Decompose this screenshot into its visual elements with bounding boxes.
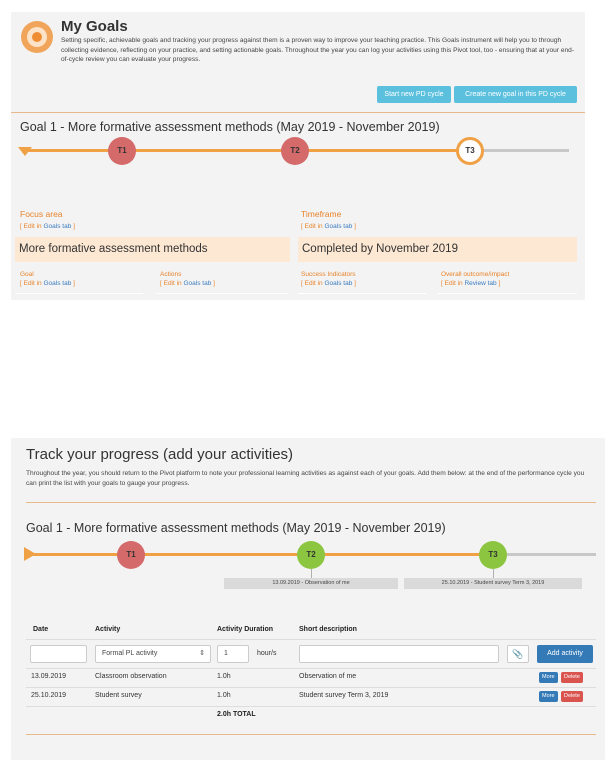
total-duration: 2.0h TOTAL (217, 711, 256, 718)
success-edit-link[interactable]: Goals tab (324, 280, 352, 287)
paperclip-icon[interactable]: 📎 (507, 645, 529, 663)
goal-section: Goal[ Edit in Goals tab ] (20, 271, 75, 287)
success-indicators-section: Success Indicators[ Edit in Goals tab ] (301, 271, 356, 287)
divider (26, 706, 596, 707)
goal-heading: Goal 1 - More formative assessment metho… (20, 120, 440, 134)
col-header-date: Date (33, 626, 49, 633)
actions-section: Actions[ Edit in Goals tab ] (160, 271, 215, 287)
actions-edit-link[interactable]: Goals tab (183, 280, 211, 287)
more-button[interactable]: More (539, 691, 558, 702)
timeline-start-marker-icon (24, 547, 36, 561)
duration-input[interactable]: 1 (217, 645, 249, 663)
select-arrows-icon: ⇕ (199, 650, 205, 657)
date-input[interactable] (30, 645, 87, 663)
timeline-progress-line (23, 149, 465, 152)
col-header-duration: Activity Duration (217, 626, 274, 633)
timeline-t1[interactable]: T1 (117, 541, 145, 569)
timeframe-label: Timeframe (301, 209, 342, 219)
my-goals-panel: My Goals Setting specific, achievable go… (11, 12, 585, 300)
timeframe-value: Completed by November 2019 (298, 237, 577, 262)
track-title: Track your progress (add your activities… (26, 446, 294, 463)
start-pd-cycle-button[interactable]: Start new PD cycle (377, 86, 451, 103)
track-intro-text: Throughout the year, you should return t… (26, 470, 585, 487)
timeframe-edit-link[interactable]: Goals tab (324, 223, 352, 230)
outcome-section: Overall outcome/impact[ Edit in Review t… (441, 271, 510, 287)
create-goal-button[interactable]: Create new goal in this PD cycle (454, 86, 577, 103)
track-progress-panel: Track your progress (add your activities… (11, 438, 605, 760)
focus-area-value: More formative assessment methods (15, 237, 290, 262)
page-title: My Goals (61, 18, 128, 35)
delete-button[interactable]: Delete (561, 672, 583, 683)
goals-intro-text: Setting specific, achievable goals and t… (61, 37, 575, 63)
col-header-activity: Activity (95, 626, 121, 633)
timeline-t3[interactable]: T3 (456, 137, 484, 165)
divider (26, 502, 596, 503)
goal-edit-link[interactable]: Goals tab (43, 280, 71, 287)
row-date: 25.10.2019 (31, 692, 67, 699)
outcome-edit-link[interactable]: Review tab (464, 280, 496, 287)
target-icon (21, 21, 53, 53)
more-button[interactable]: More (539, 672, 558, 683)
focus-area-edit: [ Edit in Goals tab ] (20, 223, 75, 230)
activity-select[interactable]: Formal PL activity ⇕ (95, 645, 211, 663)
divider (438, 293, 577, 294)
divider (156, 293, 288, 294)
duration-unit: hour/s (257, 650, 277, 657)
divider (15, 293, 143, 294)
timeline-progress-line (33, 553, 501, 556)
divider (26, 687, 596, 688)
t2-note: 13.09.2019 - Observation of me (224, 578, 398, 589)
row-description: Student survey Term 3, 2019 (299, 692, 389, 699)
row-duration: 1.0h (217, 673, 231, 680)
add-activity-button[interactable]: Add activity (537, 645, 593, 663)
timeframe-edit: [ Edit in Goals tab ] (301, 223, 356, 230)
row-duration: 1.0h (217, 692, 231, 699)
row-activity: Student survey (95, 692, 142, 699)
goal-heading: Goal 1 - More formative assessment metho… (26, 521, 446, 535)
row-date: 13.09.2019 (31, 673, 67, 680)
row-description: Observation of me (299, 673, 357, 680)
focus-area-edit-link[interactable]: Goals tab (43, 223, 71, 230)
focus-area-label: Focus area (20, 209, 63, 219)
timeline-start-marker-icon (18, 147, 32, 156)
divider (26, 639, 596, 640)
divider (11, 112, 585, 113)
timeline-t2[interactable]: T2 (297, 541, 325, 569)
row-activity: Classroom observation (95, 673, 167, 680)
col-header-description: Short description (299, 626, 357, 633)
divider (26, 668, 596, 669)
t3-note: 25.10.2019 - Student survey Term 3, 2019 (404, 578, 582, 589)
timeline-remaining-line (501, 553, 596, 556)
delete-button[interactable]: Delete (561, 691, 583, 702)
timeline-remaining-line (481, 149, 569, 152)
timeline-t1[interactable]: T1 (108, 137, 136, 165)
timeline-t2[interactable]: T2 (281, 137, 309, 165)
divider (298, 293, 426, 294)
timeline-t3[interactable]: T3 (479, 541, 507, 569)
divider (26, 734, 596, 735)
description-input[interactable] (299, 645, 499, 663)
